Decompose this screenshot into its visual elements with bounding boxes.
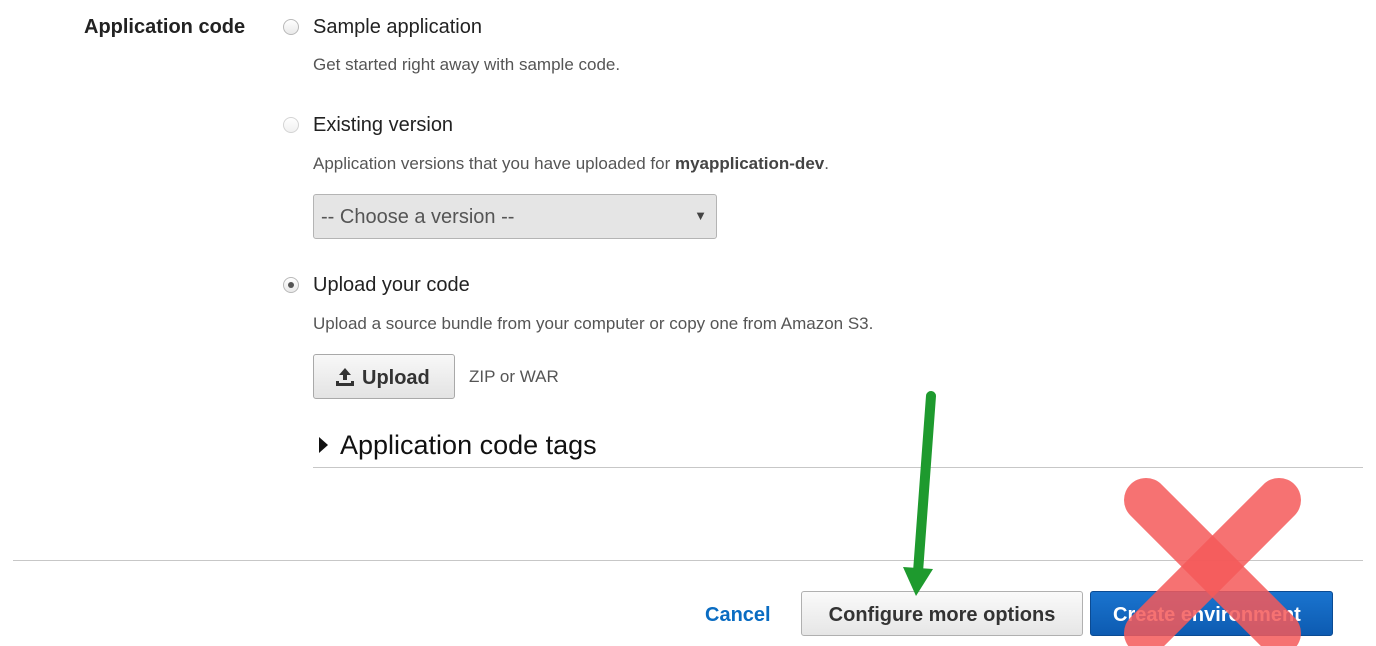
upload-button[interactable]: Upload [313,354,455,399]
cancel-link[interactable]: Cancel [705,604,771,627]
existing-version-description: Application versions that you have uploa… [313,154,829,174]
existing-version-label[interactable]: Existing version [313,114,453,137]
radio-selected-dot [288,282,294,288]
sample-application-radio[interactable] [283,19,299,35]
version-select-value: -- Choose a version -- [321,206,515,228]
configure-more-options-label: Configure more options [828,604,1056,626]
green-arrow-annotation [903,391,936,596]
version-select[interactable]: -- Choose a version -- ▼ [313,194,717,239]
upload-icon [335,367,355,393]
sample-application-description: Get started right away with sample code. [313,55,621,74]
existing-version-description-prefix: Application versions that you have uploa… [313,154,675,173]
page: Application code Sample application Get … [0,0,1376,646]
create-environment-label: Create environment [1113,604,1301,626]
upload-file-types: ZIP or WAR [469,367,559,386]
upload-button-label: Upload [362,367,430,389]
upload-code-description: Upload a source bundle from your compute… [313,314,874,333]
tags-divider [313,467,1363,468]
configure-more-options-button[interactable]: Configure more options [801,591,1083,636]
upload-code-label[interactable]: Upload your code [313,274,470,297]
application-code-tags-label: Application code tags [340,430,597,460]
sample-application-label[interactable]: Sample application [313,16,482,39]
existing-version-description-suffix: . [824,154,829,173]
section-label: Application code [84,16,246,38]
existing-version-radio[interactable] [283,117,299,133]
caret-down-icon: ▼ [694,208,707,223]
triangle-right-icon [319,437,328,453]
create-environment-button[interactable]: Create environment [1090,591,1333,636]
footer-divider [13,560,1363,561]
application-name: myapplication-dev [674,154,825,173]
upload-code-radio[interactable] [283,277,299,293]
